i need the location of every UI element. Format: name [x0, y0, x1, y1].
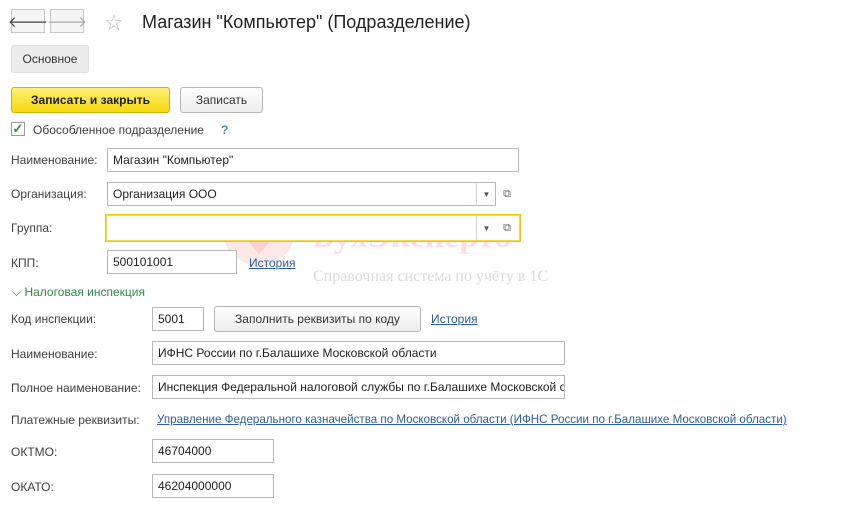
watermark-tagline: Справочная система по учёту в 1С [313, 268, 549, 285]
oktmo-input[interactable]: 46704000 [152, 439, 274, 463]
organization-dropdown-button[interactable]: ▼ [476, 182, 496, 206]
arrow-right-icon: 🡒 [46, 13, 88, 31]
group-dropdown-button[interactable]: ▼ [476, 216, 496, 240]
help-icon[interactable]: ? [221, 123, 228, 137]
payment-details-link[interactable]: Управление Федерального казначейства по … [157, 413, 787, 426]
inspection-history-link[interactable]: История [431, 312, 478, 326]
window-title: Магазин "Компьютер" (Подразделение) [142, 12, 471, 32]
kpp-history-link[interactable]: История [249, 256, 296, 270]
name-input[interactable]: Магазин "Компьютер" [107, 148, 519, 172]
separate-division-label: Обособленное подразделение [33, 123, 204, 137]
tax-inspection-section[interactable]: ⌵ Налоговая инспекция [12, 285, 145, 300]
inspection-code-input[interactable]: 5001 [152, 307, 204, 331]
inspection-name-input[interactable]: ИФНС России по г.Балашихе Московской обл… [152, 341, 565, 365]
kpp-label: КПП: [11, 256, 39, 270]
forward-button[interactable]: 🡒 [46, 9, 88, 33]
okato-input[interactable]: 46204000000 [152, 474, 274, 498]
open-window-icon: ⧉ [503, 187, 511, 200]
oktmo-label: ОКТМО: [11, 445, 58, 459]
star-icon[interactable]: ☆ [104, 10, 124, 36]
save-button[interactable]: Записать [180, 87, 263, 113]
tax-inspection-title: Налоговая инспекция [24, 285, 145, 299]
name-label: Наименование: [11, 153, 98, 167]
okato-label: ОКАТО: [11, 480, 54, 494]
chevron-down-icon: ▼ [482, 223, 491, 233]
full-name-input[interactable]: Инспекция Федеральной налоговой службы п… [152, 375, 565, 399]
back-button[interactable]: 🡐 [7, 9, 49, 33]
fill-by-code-button[interactable]: Заполнить реквизиты по коду [214, 306, 421, 332]
organization-input[interactable]: Организация ООО [107, 182, 496, 206]
inspection-name-label: Наименование: [11, 347, 98, 361]
full-name-label: Полное наименование: [11, 381, 141, 395]
kpp-input[interactable]: 500101001 [107, 250, 237, 274]
save-and-close-button[interactable]: Записать и закрыть [11, 87, 170, 113]
organization-open-button[interactable]: ⧉ [497, 182, 517, 206]
group-input[interactable] [105, 214, 521, 242]
arrow-left-icon: 🡐 [7, 13, 49, 31]
organization-label: Организация: [11, 187, 87, 201]
group-label: Группа: [11, 221, 53, 235]
tab-main[interactable]: Основное [11, 45, 89, 73]
chevron-down-icon: ▼ [482, 189, 491, 199]
group-open-button[interactable]: ⧉ [497, 216, 517, 240]
separate-division-checkbox[interactable]: ✓ [11, 121, 25, 136]
payment-details-label: Платежные реквизиты: [11, 413, 140, 427]
open-window-icon: ⧉ [503, 221, 511, 234]
inspection-code-label: Код инспекции: [11, 312, 97, 326]
checkmark-icon: ✓ [12, 121, 24, 136]
chevron-down-icon: ⌵ [12, 285, 22, 299]
